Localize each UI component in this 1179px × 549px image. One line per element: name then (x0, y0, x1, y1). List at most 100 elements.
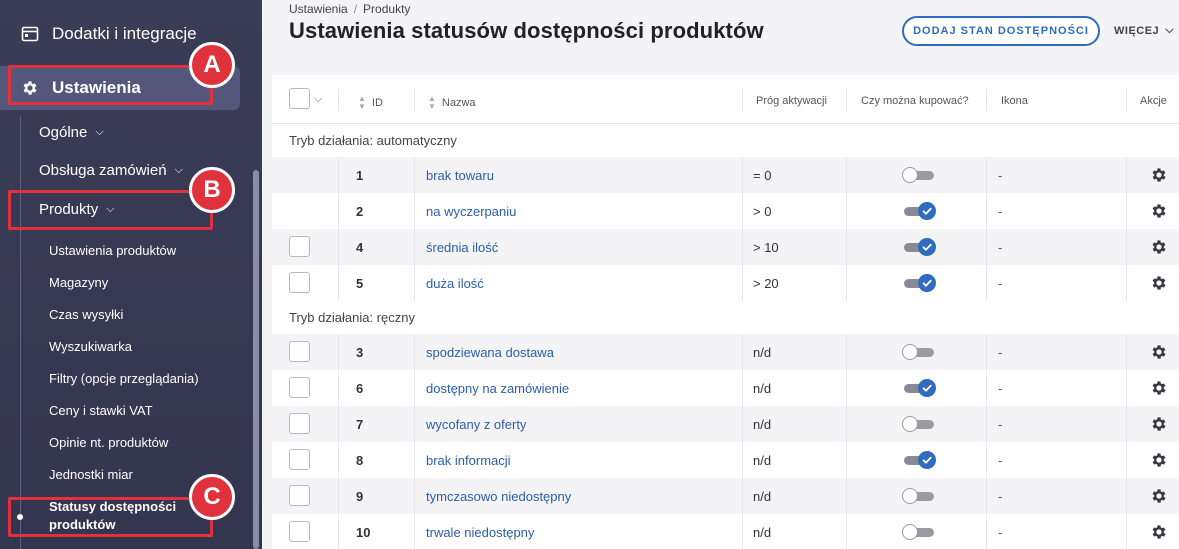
gear-icon[interactable] (1150, 370, 1168, 406)
sidebar-sub-label: Ogólne (39, 124, 88, 141)
column-header-can-buy: Czy można kupować? (861, 95, 969, 107)
chevron-down-icon[interactable]: ⌵ (314, 93, 322, 106)
row-threshold: n/d (753, 488, 772, 504)
breadcrumb-separator: / (353, 2, 358, 16)
column-header-name[interactable]: ▲ ▼ Nazwa (428, 95, 476, 111)
column-header-icon: Ikona (1001, 95, 1028, 107)
sidebar-sub-ogolne[interactable]: Ogólne ⌵ (39, 124, 104, 141)
row-name-link[interactable]: brak informacji (426, 442, 511, 478)
gear-icon[interactable] (1150, 406, 1168, 442)
sidebar-sub-obsluga-zamowien[interactable]: Obsługa zamówień ⌵ (39, 162, 183, 179)
can-buy-toggle[interactable] (902, 451, 936, 469)
gear-icon[interactable] (1150, 157, 1168, 193)
column-header-actions: Akcje (1140, 95, 1167, 107)
row-id: 3 (356, 344, 364, 360)
gear-icon[interactable] (1150, 265, 1168, 301)
row-name-link[interactable]: spodziewana dostawa (426, 334, 554, 370)
sort-icon: ▲ ▼ (358, 94, 366, 111)
sidebar-scrollbar[interactable] (253, 170, 259, 549)
table-row: 3 spodziewana dostawa n/d - (272, 334, 1179, 370)
annotation-badge-c: C (189, 474, 235, 520)
group-header-auto: Tryb działania: automatyczny (272, 124, 1179, 157)
row-checkbox[interactable] (289, 521, 310, 542)
breadcrumb-item[interactable]: Produkty (363, 2, 410, 16)
sort-icon: ▲ ▼ (428, 94, 436, 111)
row-name-link[interactable]: na wyczerpaniu (426, 193, 516, 229)
sidebar-leaf-ustawienia-produktow[interactable]: Ustawienia produktów (49, 242, 176, 260)
can-buy-toggle[interactable] (902, 238, 936, 256)
gear-icon[interactable] (1150, 478, 1168, 514)
table-row: 2 na wyczerpaniu > 0 - (272, 193, 1179, 229)
tree-line (20, 116, 21, 549)
can-buy-toggle[interactable] (902, 202, 936, 220)
more-button[interactable]: WIĘCEJ ⌵ (1114, 24, 1174, 37)
row-checkbox[interactable] (289, 236, 310, 257)
row-icon-value: - (998, 524, 1003, 540)
check-icon (918, 379, 936, 397)
page-title: Ustawienia statusów dostępności produktó… (289, 18, 764, 43)
table-row: 7 wycofany z oferty n/d - (272, 406, 1179, 442)
row-threshold: > 10 (753, 239, 779, 255)
row-icon-value: - (998, 239, 1003, 255)
highlight-box-a (8, 65, 213, 105)
sidebar-leaf-magazyny[interactable]: Magazyny (49, 274, 108, 292)
gear-icon[interactable] (1150, 514, 1168, 549)
sidebar-leaf-jednostki-miar[interactable]: Jednostki miar (49, 466, 133, 484)
sidebar-leaf-ceny-vat[interactable]: Ceny i stawki VAT (49, 402, 153, 420)
row-icon-value: - (998, 452, 1003, 468)
row-id: 7 (356, 416, 364, 432)
gear-icon[interactable] (1150, 229, 1168, 265)
row-checkbox[interactable] (289, 485, 310, 506)
sidebar-leaf-opinie[interactable]: Opinie nt. produktów (49, 434, 168, 452)
can-buy-toggle[interactable] (902, 274, 936, 292)
table-row: 6 dostępny na zamówienie n/d - (272, 370, 1179, 406)
gear-icon[interactable] (1150, 442, 1168, 478)
row-checkbox[interactable] (289, 341, 310, 362)
table-row: 10 trwale niedostępny n/d - (272, 514, 1179, 549)
row-icon-value: - (998, 380, 1003, 396)
sidebar-leaf-filtry[interactable]: Filtry (opcje przeglądania) (49, 370, 199, 388)
row-checkbox[interactable] (289, 449, 310, 470)
row-name-link[interactable]: dostępny na zamówienie (426, 370, 569, 406)
row-checkbox[interactable] (289, 413, 310, 434)
group-header-manual: Tryb działania: ręczny (272, 301, 1179, 334)
row-name-link[interactable]: duża ilość (426, 265, 484, 301)
can-buy-toggle[interactable] (902, 343, 936, 361)
row-id: 4 (356, 239, 364, 255)
column-header-label: ID (371, 97, 383, 109)
gear-icon[interactable] (1150, 193, 1168, 229)
row-name-link[interactable]: wycofany z oferty (426, 406, 526, 442)
chevron-down-icon: ⌵ (1165, 24, 1175, 36)
row-checkbox[interactable] (289, 377, 310, 398)
column-header-label: Nazwa (441, 97, 476, 109)
row-name-link[interactable]: trwale niedostępny (426, 514, 534, 549)
gear-icon[interactable] (1150, 334, 1168, 370)
calendar-icon (20, 24, 40, 44)
row-threshold: > 20 (753, 275, 779, 291)
column-header-id[interactable]: ▲ ▼ ID (358, 95, 383, 111)
can-buy-toggle[interactable] (902, 415, 936, 433)
can-buy-toggle[interactable] (902, 487, 936, 505)
can-buy-toggle[interactable] (902, 523, 936, 541)
table-header: ⌵ ▲ ▼ ID ▲ ▼ Nazwa Próg aktywacji Czy możn… (272, 75, 1179, 124)
chevron-down-icon: ⌵ (95, 126, 104, 138)
highlight-box-b (8, 190, 213, 230)
select-all-checkbox[interactable] (289, 88, 310, 109)
row-icon-value: - (998, 275, 1003, 291)
highlight-box-c (8, 497, 213, 537)
row-name-link[interactable]: tymczasowo niedostępny (426, 478, 571, 514)
row-name-link[interactable]: brak towaru (426, 157, 494, 193)
row-checkbox[interactable] (289, 272, 310, 293)
row-threshold: n/d (753, 524, 772, 540)
row-name-link[interactable]: średnia ilość (426, 229, 498, 265)
sidebar-leaf-czas-wysylki[interactable]: Czas wysyłki (49, 306, 123, 324)
breadcrumb-item[interactable]: Ustawienia (289, 2, 348, 16)
sidebar-leaf-wyszukiwarka[interactable]: Wyszukiwarka (49, 338, 132, 356)
breadcrumb: Ustawienia / Produkty (289, 2, 410, 16)
can-buy-toggle[interactable] (902, 379, 936, 397)
row-id: 2 (356, 203, 364, 219)
can-buy-toggle[interactable] (902, 166, 936, 184)
toggle-knob (902, 488, 918, 504)
row-id: 8 (356, 452, 364, 468)
add-availability-button[interactable]: DODAJ STAN DOSTĘPNOŚCI (902, 16, 1100, 46)
